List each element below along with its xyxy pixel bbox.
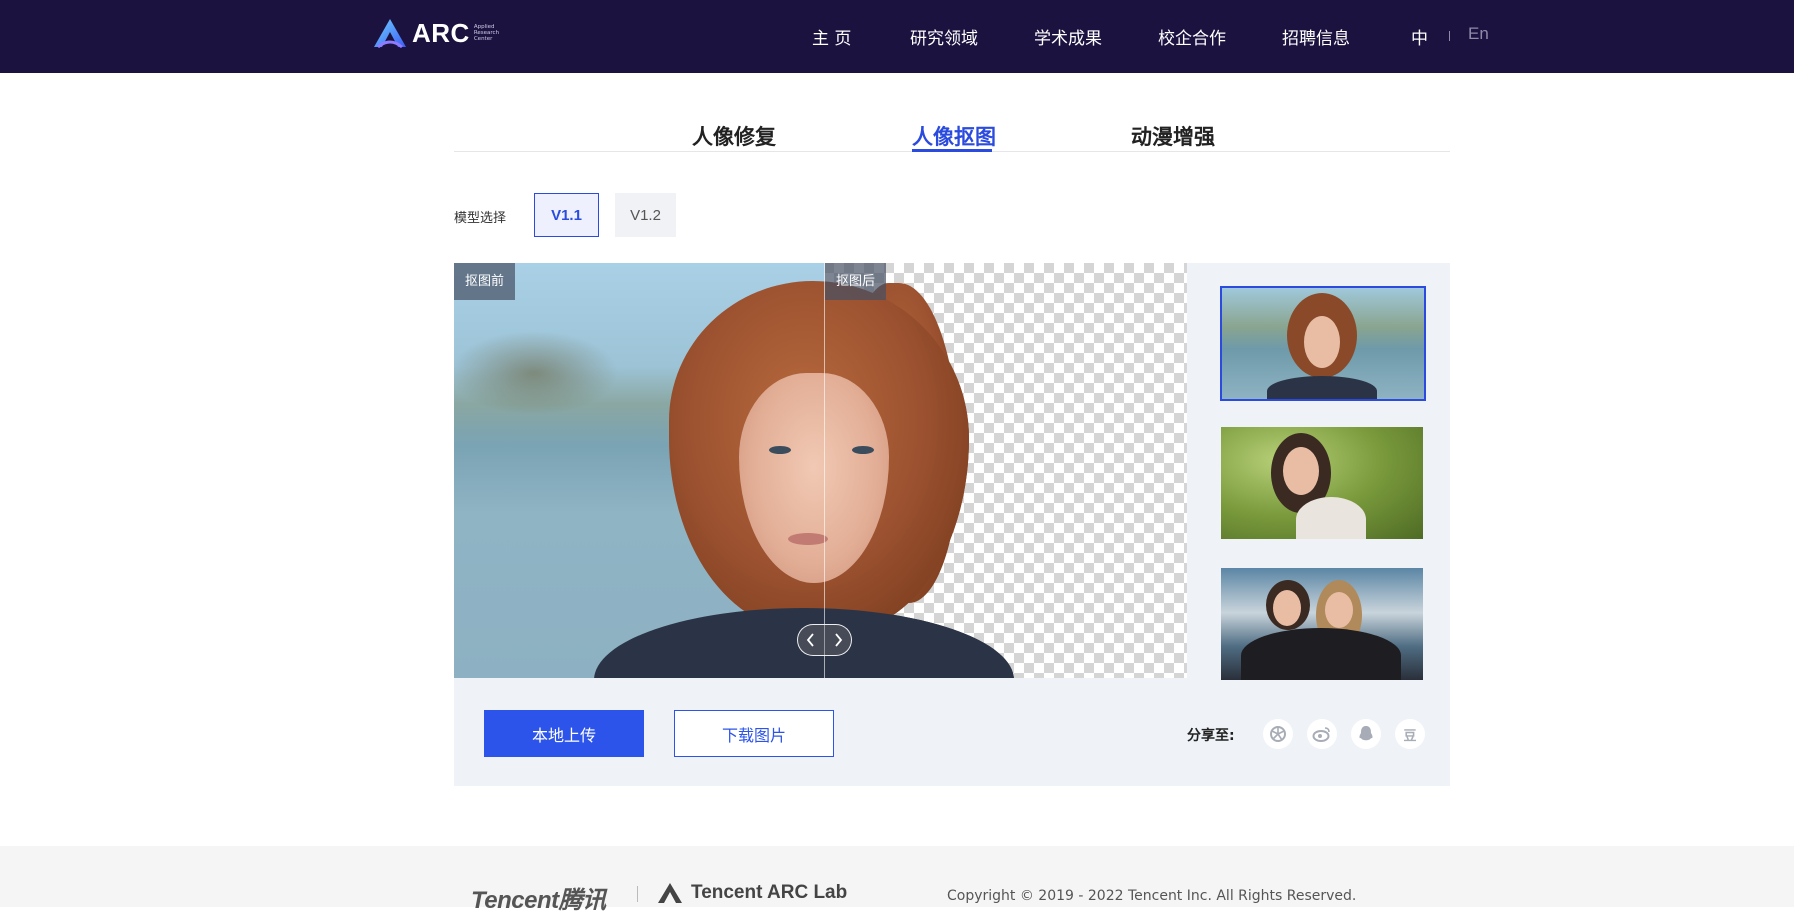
original-photo [454,263,1014,678]
logo-sub-line: Center [473,36,493,42]
douban-icon[interactable]: 豆 [1395,719,1425,749]
weibo-glyph [1312,727,1330,742]
arc-lab-icon [658,883,682,903]
copyright-text: Copyright © 2019 - 2022 Tencent Inc. All… [947,888,1357,904]
nav-publications[interactable]: 学术成果 [1034,24,1102,49]
lang-divider [1449,31,1450,41]
before-after-compare[interactable]: 抠图前 抠图后 [454,263,1187,678]
after-tag: 抠图后 [825,263,887,300]
footer-divider [637,886,638,902]
arc-lab-logo[interactable]: Tencent ARC Lab [657,882,847,904]
nav-careers[interactable]: 招聘信息 [1282,24,1350,49]
upload-local-button[interactable]: 本地上传 [484,710,644,757]
chevron-left-icon [807,633,814,647]
portrait-eye [852,446,874,454]
share-label: 分享至: [1187,728,1235,744]
compare-slider-handle[interactable] [797,624,852,656]
sample-thumbnail-2[interactable] [1221,427,1423,539]
footer: Tencent腾讯 Tencent ARC Lab Copyright © 20… [0,846,1794,914]
tab-portrait-matting[interactable]: 人像抠图 [912,121,996,151]
top-nav-bar: ARC Applied Research Center 主 页 研究领域 学术成… [0,0,1794,73]
chevron-right-icon [835,633,842,647]
moments-icon[interactable] [1263,719,1293,749]
qq-glyph [1359,726,1373,741]
weibo-icon[interactable] [1307,719,1337,749]
download-image-button[interactable]: 下载图片 [674,710,834,757]
arc-lab-text: Tencent ARC Lab [691,882,848,903]
compare-divider [824,263,825,678]
arc-logo-icon [374,19,406,49]
model-option-v11[interactable]: V1.1 [534,193,599,237]
lang-chinese[interactable]: 中 [1411,24,1428,49]
model-option-v12[interactable]: V1.2 [615,193,676,237]
nav-home[interactable]: 主 页 [812,24,851,49]
active-tab-indicator [912,149,992,152]
model-select-label: 模型选择 [454,211,507,226]
nav-cooperation[interactable]: 校企合作 [1158,24,1226,49]
arc-logo[interactable]: ARC Applied Research Center [372,16,514,50]
tab-anime-enhancement[interactable]: 动漫增强 [1131,121,1215,151]
lang-english[interactable]: En [1468,24,1489,44]
logo-wordmark: ARC [412,17,470,48]
nav-research-areas[interactable]: 研究领域 [910,24,978,49]
sample-thumbnail-1[interactable] [1220,286,1426,401]
moments-glyph [1270,726,1286,742]
logo-subtitle: Applied Research Center [474,24,514,42]
matting-panel: 抠图前 抠图后 本地上传 下载图片 分享至: 豆 [454,263,1450,786]
sample-thumbnail-3[interactable] [1221,568,1423,680]
before-tag: 抠图前 [454,263,516,300]
douban-glyph: 豆 [1403,728,1417,744]
tencent-logo[interactable]: Tencent腾讯 [471,880,606,915]
qq-icon[interactable] [1351,719,1381,749]
tab-portrait-restoration[interactable]: 人像修复 [692,121,776,151]
